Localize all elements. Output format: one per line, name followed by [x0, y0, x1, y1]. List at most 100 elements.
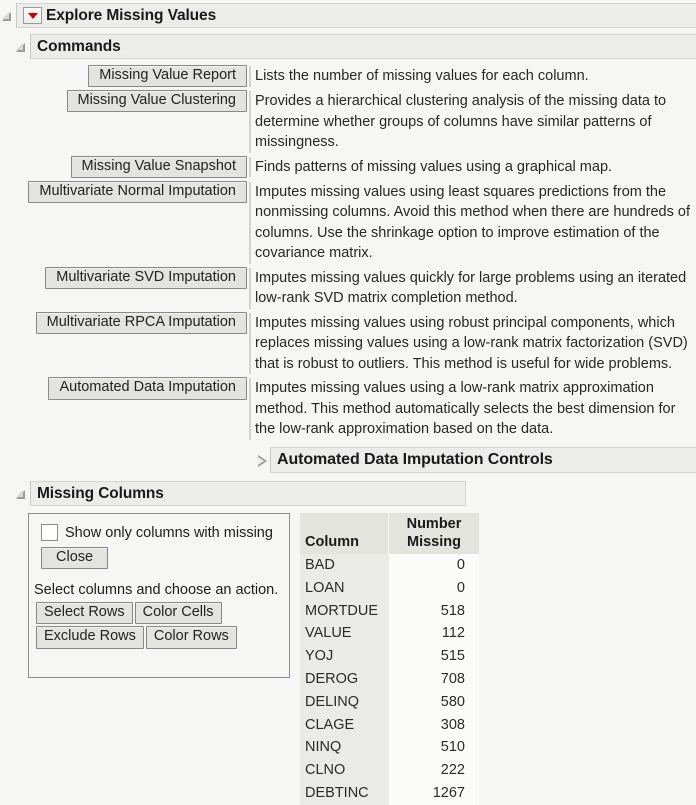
- multivariate-svd-imputation-button[interactable]: Multivariate SVD Imputation: [45, 266, 247, 290]
- cell-number-missing: 1267: [388, 781, 479, 805]
- action-row: Exclude Rows Color Rows: [29, 626, 289, 649]
- command-description: Finds patterns of missing values using a…: [249, 156, 612, 178]
- command-row: Multivariate Normal Imputation Imputes m…: [28, 180, 696, 264]
- command-row: Multivariate SVD Imputation Imputes miss…: [31, 266, 696, 309]
- command-description: Lists the number of missing values for e…: [249, 66, 589, 87]
- missing-value-clustering-button[interactable]: Missing Value Clustering: [66, 90, 247, 113]
- commands-outline: Commands: [14, 34, 696, 59]
- table: Column Number Missing BAD 0 LOAN 0 MORTD…: [300, 513, 479, 805]
- command-button-cell: Missing Value Snapshot: [31, 155, 249, 178]
- header-line-2: Missing: [407, 534, 461, 550]
- table-body: BAD 0 LOAN 0 MORTDUE 518 VALUE 112 YOJ 5…: [300, 554, 479, 805]
- close-button-wrap: Close: [29, 547, 289, 570]
- table-head: Column Number Missing: [300, 513, 479, 554]
- command-description: Provides a hierarchical clustering analy…: [249, 91, 696, 153]
- command-row: Multivariate RPCA Imputation Imputes mis…: [31, 311, 696, 375]
- disclosure-open-icon[interactable]: [14, 40, 28, 54]
- command-row: Missing Value Report Lists the number of…: [31, 65, 696, 88]
- cell-number-missing: 0: [388, 576, 479, 600]
- column-header-column[interactable]: Column: [300, 513, 389, 554]
- cell-column: VALUE: [300, 622, 389, 646]
- select-columns-hint: Select columns and choose an action.: [34, 582, 279, 599]
- cell-number-missing: 308: [388, 713, 479, 737]
- command-description: Imputes missing values using robust prin…: [249, 312, 696, 375]
- close-button[interactable]: Close: [41, 547, 109, 570]
- missing-value-report-button[interactable]: Missing Value Report: [88, 65, 247, 88]
- show-only-missing-checkbox[interactable]: [41, 524, 58, 541]
- show-only-missing-label: Show only columns with missing: [65, 524, 273, 541]
- explore-missing-values-outline: Explore Missing Values: [0, 3, 696, 28]
- command-button-cell: Missing Value Report: [31, 65, 249, 88]
- cell-number-missing: 708: [388, 667, 479, 691]
- missing-value-snapshot-button[interactable]: Missing Value Snapshot: [70, 155, 247, 178]
- cell-column: BAD: [300, 554, 389, 577]
- adi-controls-header-label: Automated Data Imputation Controls: [277, 451, 553, 468]
- page-title: Explore Missing Values: [46, 6, 217, 24]
- cell-number-missing: 510: [388, 736, 479, 760]
- missing-columns-header-bar: Missing Columns: [30, 481, 466, 506]
- color-rows-button[interactable]: Color Rows: [145, 626, 237, 649]
- table-row[interactable]: BAD 0: [300, 554, 479, 577]
- command-row: Missing Value Clustering Provides a hier…: [31, 90, 696, 153]
- show-only-missing-row[interactable]: Show only columns with missing: [29, 524, 289, 541]
- cell-column: DELINQ: [300, 690, 389, 714]
- command-button-cell: Multivariate RPCA Imputation: [31, 311, 249, 335]
- cell-number-missing: 515: [388, 645, 479, 668]
- command-description: Imputes missing values using a low-rank …: [249, 378, 696, 440]
- action-row: Select Rows Color Cells: [29, 602, 289, 625]
- table-row[interactable]: DEBTINC 1267: [300, 781, 479, 805]
- command-button-cell: Automated Data Imputation: [31, 377, 249, 400]
- color-cells-button[interactable]: Color Cells: [134, 602, 222, 625]
- disclosure-open-icon[interactable]: [0, 9, 14, 23]
- adi-controls-header-bar[interactable]: Automated Data Imputation Controls: [270, 447, 696, 473]
- table-row[interactable]: VALUE 112: [300, 622, 479, 646]
- command-button-cell: Multivariate Normal Imputation: [28, 180, 249, 204]
- commands-header-label: Commands: [37, 37, 121, 55]
- header-line-1: Number: [406, 516, 462, 532]
- cell-number-missing: 580: [388, 690, 479, 714]
- table-row[interactable]: DEROG 708: [300, 667, 479, 691]
- missing-columns-table: Column Number Missing BAD 0 LOAN 0 MORTD…: [300, 513, 479, 805]
- exclude-rows-button[interactable]: Exclude Rows: [36, 626, 144, 649]
- cell-number-missing: 0: [388, 554, 479, 577]
- multivariate-normal-imputation-button[interactable]: Multivariate Normal Imputation: [28, 180, 247, 204]
- cell-column: CLNO: [300, 759, 389, 782]
- table-row[interactable]: LOAN 0: [300, 576, 479, 600]
- select-rows-button[interactable]: Select Rows: [36, 602, 133, 625]
- command-description: Imputes missing values quickly for large…: [249, 267, 696, 309]
- table-header-row: Column Number Missing: [300, 513, 479, 554]
- column-header-number-missing[interactable]: Number Missing: [388, 513, 479, 554]
- commands-list: Missing Value Report Lists the number of…: [28, 65, 696, 443]
- missing-columns-header-label: Missing Columns: [37, 484, 164, 502]
- table-row[interactable]: YOJ 515: [300, 645, 479, 668]
- cell-column: DEROG: [300, 667, 389, 691]
- disclosure-open-icon[interactable]: [14, 487, 28, 501]
- command-button-cell: Multivariate SVD Imputation: [31, 266, 249, 290]
- multivariate-rpca-imputation-button[interactable]: Multivariate RPCA Imputation: [35, 311, 247, 335]
- commands-header-bar: Commands: [30, 34, 696, 59]
- disclosure-closed-icon[interactable]: [254, 453, 268, 467]
- table-row[interactable]: CLNO 222: [300, 759, 479, 782]
- cell-column: YOJ: [300, 645, 389, 668]
- adi-controls-outline: Automated Data Imputation Controls: [254, 447, 696, 473]
- red-triangle-menu-icon[interactable]: [23, 7, 42, 24]
- table-row[interactable]: CLAGE 308: [300, 713, 479, 737]
- table-row[interactable]: NINQ 510: [300, 736, 479, 760]
- cell-column: LOAN: [300, 576, 389, 600]
- cell-column: CLAGE: [300, 713, 389, 737]
- cell-number-missing: 518: [388, 599, 479, 623]
- command-description: Imputes missing values using least squar…: [249, 181, 696, 264]
- command-row: Missing Value Snapshot Finds patterns of…: [31, 155, 696, 178]
- command-row: Automated Data Imputation Imputes missin…: [31, 377, 696, 440]
- missing-columns-outline: Missing Columns: [14, 481, 466, 506]
- table-row[interactable]: DELINQ 580: [300, 690, 479, 714]
- cell-column: MORTDUE: [300, 599, 389, 623]
- command-button-cell: Missing Value Clustering: [31, 90, 249, 113]
- cell-number-missing: 222: [388, 759, 479, 782]
- title-bar: Explore Missing Values: [16, 3, 696, 28]
- cell-number-missing: 112: [388, 622, 479, 646]
- automated-data-imputation-button[interactable]: Automated Data Imputation: [48, 377, 247, 400]
- cell-column: DEBTINC: [300, 781, 389, 805]
- cell-column: NINQ: [300, 736, 389, 760]
- table-row[interactable]: MORTDUE 518: [300, 599, 479, 623]
